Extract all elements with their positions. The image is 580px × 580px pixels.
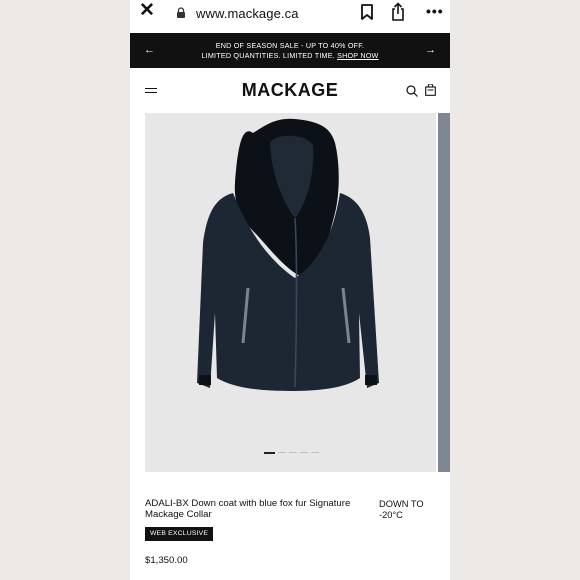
promo-banner: ← END OF SEASON SALE - UP TO 40% OFF. LI… (130, 33, 450, 68)
down-coat-image (197, 118, 379, 391)
product-price: $1,350.00 (145, 555, 188, 566)
site-header: MACKAGE (130, 68, 450, 112)
address-bar[interactable]: www.mackage.ca (168, 2, 348, 24)
share-icon[interactable] (390, 2, 406, 22)
product-title: ADALI-BX Down coat with blue fox fur Sig… (145, 498, 351, 520)
carousel-dot[interactable] (311, 452, 319, 453)
next-product-image-peek[interactable] (438, 113, 450, 472)
bookmark-icon[interactable] (360, 4, 374, 20)
url-text: www.mackage.ca (196, 5, 299, 21)
close-icon[interactable]: ✕ (139, 1, 155, 20)
promo-line-2: LIMITED QUANTITIES. LIMITED TIME. SHOP N… (170, 51, 410, 61)
web-exclusive-badge: WEB EXCLUSIVE (145, 527, 214, 541)
promo-message: END OF SEASON SALE - UP TO 40% OFF. LIMI… (170, 41, 410, 61)
cart-icon[interactable] (425, 84, 436, 96)
phone-screen: ✕ www.mackage.ca ••• ← END OF SEASON SAL… (130, 0, 450, 580)
carousel-dots[interactable] (264, 452, 319, 454)
carousel-dot[interactable] (289, 452, 297, 453)
temperature-rating: DOWN TO -20°C (379, 499, 424, 520)
brand-logo[interactable]: MACKAGE (130, 80, 450, 101)
product-image[interactable] (145, 113, 436, 472)
browser-toolbar: ✕ www.mackage.ca ••• (130, 0, 450, 32)
next-promo-arrow-icon[interactable]: → (425, 43, 436, 57)
lock-icon (177, 7, 185, 18)
promo-line-2-text: LIMITED QUANTITIES. LIMITED TIME. (201, 51, 335, 60)
shop-now-link[interactable]: SHOP NOW (337, 51, 378, 60)
carousel-dot[interactable] (300, 452, 308, 453)
prev-promo-arrow-icon[interactable]: ← (144, 43, 155, 57)
promo-line-1: END OF SEASON SALE - UP TO 40% OFF. (215, 41, 365, 50)
carousel-dot[interactable] (278, 452, 286, 453)
carousel-dot-active[interactable] (264, 452, 275, 454)
search-icon[interactable] (406, 85, 418, 97)
more-icon[interactable]: ••• (426, 4, 444, 18)
